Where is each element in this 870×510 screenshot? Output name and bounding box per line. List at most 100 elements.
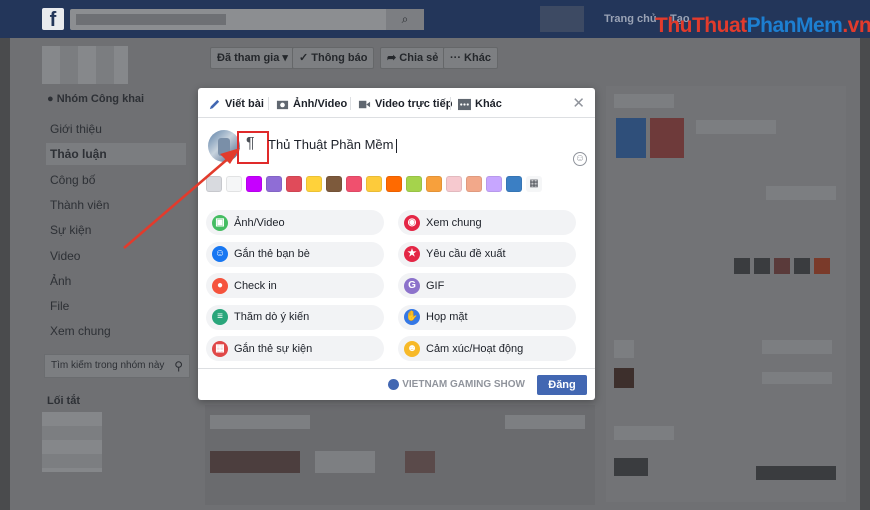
sidebar-item-discussion[interactable]: Thảo luận <box>46 143 186 165</box>
composer-option[interactable]: ≡ Thăm dò ý kiến <box>206 304 384 330</box>
group-cover-blurred <box>42 46 128 84</box>
feed-post-blurred <box>205 405 595 505</box>
blur-block <box>814 258 830 274</box>
background-swatch[interactable] <box>406 176 422 192</box>
sidebar-item-announcements[interactable]: Công bố <box>50 169 190 191</box>
blur-block <box>315 451 375 473</box>
blur-block <box>696 120 776 134</box>
shortcuts-blurred <box>42 412 102 472</box>
composer-option[interactable]: ▦ Gắn thẻ sự kiện <box>206 336 384 361</box>
tab-photo-video[interactable]: Ảnh/Video <box>276 95 347 113</box>
profile-blurred[interactable] <box>540 6 584 32</box>
composer-option-label: Cảm xúc/Hoạt động <box>426 342 524 355</box>
more-backgrounds-icon[interactable]: ▦ <box>526 176 542 192</box>
background-swatch[interactable] <box>326 176 342 192</box>
blur-block <box>762 372 832 384</box>
tab-divider <box>268 97 269 110</box>
emoji-icon: ☻ <box>404 340 420 357</box>
background-swatch[interactable] <box>446 176 462 192</box>
popcorn-icon: ◉ <box>404 214 420 231</box>
background-swatch[interactable] <box>426 176 442 192</box>
composer-option[interactable]: G GIF <box>398 273 576 298</box>
group-action-bar: Đã tham gia ▾ ✓ Thông báo ➦ Chia sẻ ··· … <box>200 44 600 72</box>
composer-tabs: Viết bài Ảnh/Video Video trực tiếp Khác … <box>198 88 595 118</box>
post-button[interactable]: Đăng <box>537 375 587 395</box>
blur-block <box>766 186 836 200</box>
background-swatch[interactable] <box>246 176 262 192</box>
background-swatch[interactable] <box>206 176 222 192</box>
blur-block <box>762 340 832 354</box>
blur-block <box>614 426 674 440</box>
share-button[interactable]: ➦ Chia sẻ <box>380 47 446 69</box>
blur-block <box>774 258 790 274</box>
tab-live-video[interactable]: Video trực tiếp <box>358 95 452 113</box>
blur-block <box>734 258 750 274</box>
notifications-button[interactable]: ✓ Thông báo <box>292 47 375 69</box>
background-swatch[interactable] <box>366 176 382 192</box>
text-direction-icon[interactable]: ¶ <box>246 135 255 153</box>
blur-block <box>614 94 674 108</box>
composer-option[interactable]: ◉ Xem chung <box>398 210 576 235</box>
wave-hand-icon: ✋ <box>404 309 420 325</box>
shortcuts-heading: Lối tắt <box>47 395 80 407</box>
avatar <box>208 130 240 162</box>
blur-block <box>614 458 648 476</box>
composer-option-label: Thăm dò ý kiến <box>234 311 310 323</box>
background-swatch[interactable] <box>286 176 302 192</box>
blur-block <box>794 258 810 274</box>
search-icon[interactable]: ⌕ <box>386 9 424 30</box>
composer-option[interactable]: ☺ Gắn thẻ bạn bè <box>206 241 384 267</box>
search-icon[interactable]: ⚲ <box>174 355 183 377</box>
background-swatch[interactable] <box>226 176 242 192</box>
background-swatch[interactable] <box>486 176 502 192</box>
sidebar-item-photos[interactable]: Ảnh <box>50 270 190 292</box>
tab-write-post[interactable]: Viết bài <box>208 95 264 113</box>
recommend-icon: ★ <box>404 246 420 262</box>
blur-block <box>405 451 435 473</box>
sidebar-item-videos[interactable]: Video <box>50 245 190 267</box>
audience-selector[interactable]: VIETNAM GAMING SHOW <box>388 379 525 390</box>
sidebar-item-events[interactable]: Sự kiện <box>50 219 190 241</box>
composer-option-label: Xem chung <box>426 216 482 229</box>
background-swatch[interactable] <box>506 176 522 192</box>
background-swatch[interactable] <box>386 176 402 192</box>
post-composer-dialog: Viết bài Ảnh/Video Video trực tiếp Khác … <box>198 88 595 400</box>
global-search-input[interactable]: ⌕ <box>70 9 424 30</box>
composer-option-label: Họp mặt <box>426 311 468 323</box>
more-button[interactable]: ··· Khác <box>443 47 498 69</box>
sidebar-item-members[interactable]: Thành viên <box>50 194 190 216</box>
sidebar-item-about[interactable]: Giới thiệu <box>50 118 190 140</box>
blur-block <box>210 451 300 473</box>
composer-option[interactable]: ● Check in <box>206 273 384 298</box>
facebook-logo-icon[interactable]: f <box>42 8 64 31</box>
pencil-icon <box>209 99 220 109</box>
composer-option[interactable]: ☻ Cảm xúc/Hoạt động <box>398 336 576 361</box>
composer-option[interactable]: ▣ Ảnh/Video <box>206 210 384 235</box>
composer-option-label: Gắn thẻ sự kiện <box>234 342 313 355</box>
calendar-icon: ▦ <box>212 340 228 357</box>
composer-option-label: Gắn thẻ bạn bè <box>234 248 310 260</box>
blur-block <box>614 368 634 388</box>
poll-icon: ≡ <box>212 309 228 325</box>
sidebar-item-watch-party[interactable]: Xem chung <box>50 320 190 342</box>
group-search-input[interactable]: Tìm kiếm trong nhóm này ⚲ <box>44 354 190 378</box>
blur-block <box>650 118 684 158</box>
composer-option[interactable]: ✋ Họp mặt <box>398 304 576 330</box>
background-swatch[interactable] <box>306 176 322 192</box>
tab-more[interactable]: Khác <box>458 95 502 113</box>
home-link[interactable]: Trang chủ <box>604 13 657 25</box>
emoji-picker-icon[interactable]: ☺ <box>573 152 587 166</box>
gif-icon: G <box>404 277 420 294</box>
tab-divider <box>450 97 451 110</box>
close-icon[interactable]: ✕ <box>572 94 585 112</box>
composer-option[interactable]: ★ Yêu cầu đề xuất <box>398 241 576 267</box>
background-swatch[interactable] <box>346 176 362 192</box>
sidebar-item-files[interactable]: File <box>50 295 190 317</box>
joined-button[interactable]: Đã tham gia ▾ <box>210 47 295 69</box>
post-text-input[interactable]: Thủ Thuật Phần Mềm <box>268 137 397 153</box>
location-pin-icon: ● <box>212 277 228 294</box>
right-column-blurred <box>606 86 846 502</box>
background-swatch[interactable] <box>466 176 482 192</box>
background-swatch[interactable] <box>266 176 282 192</box>
composer-footer: VIETNAM GAMING SHOW Đăng <box>198 368 595 400</box>
